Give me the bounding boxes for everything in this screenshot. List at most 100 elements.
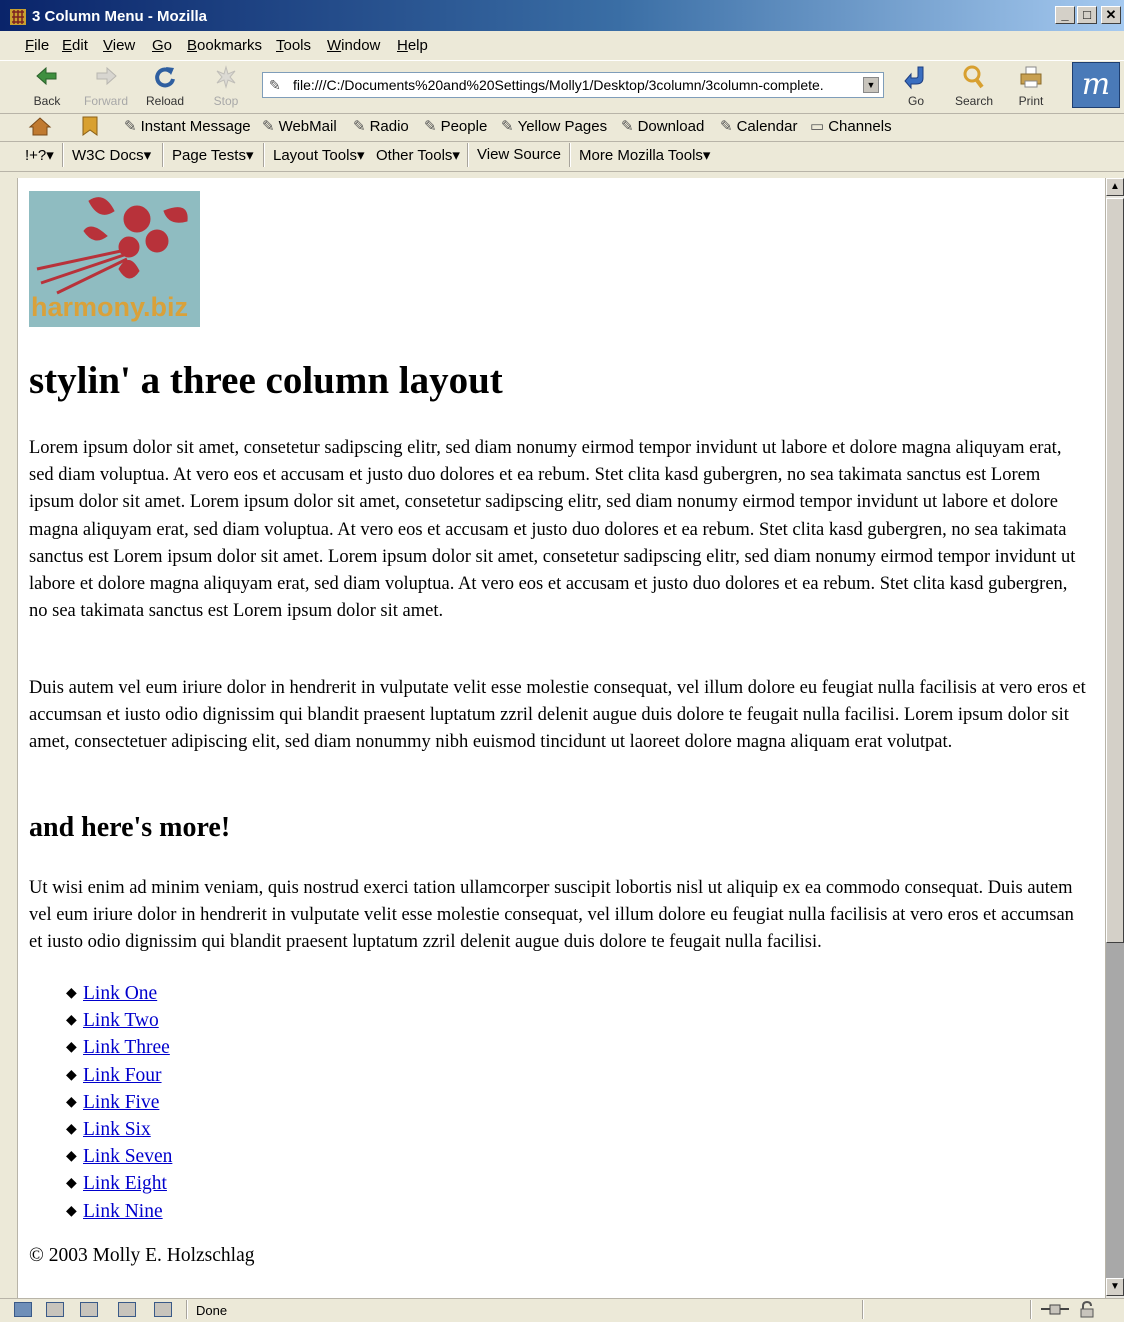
menu-help[interactable]: Help [397, 37, 428, 54]
menu-edit[interactable]: Edit [62, 37, 88, 54]
bookmarks-icon[interactable] [78, 115, 102, 137]
bookmark-download[interactable]: ✎ Download [621, 117, 704, 135]
toolbar-separator [162, 143, 164, 167]
menu-file[interactable]: File [25, 37, 49, 54]
reload-icon [155, 67, 175, 88]
maximize-button[interactable]: □ [1077, 6, 1097, 24]
list-item: ◆ Link One [66, 983, 158, 1004]
folder-icon: ▭ [810, 118, 825, 135]
mail-icon[interactable] [46, 1302, 64, 1317]
link-four[interactable]: Link Four [83, 1065, 162, 1086]
site-logo[interactable]: harmony.biz [29, 191, 200, 327]
navigator-icon[interactable] [14, 1302, 32, 1317]
sidebar-splitter[interactable] [0, 178, 18, 1298]
link-six[interactable]: Link Six [83, 1119, 151, 1140]
status-separator [186, 1300, 188, 1319]
chat-icon[interactable] [154, 1302, 172, 1317]
page-heading: stylin' a three column layout [29, 359, 503, 402]
paragraph-3: Ut wisi enim ad minim veniam, quis nostr… [29, 878, 1074, 953]
url-dropdown-button[interactable]: ▼ [863, 77, 879, 93]
dev-menu-layout-tools[interactable]: Layout Tools▾ [273, 146, 364, 164]
link-seven[interactable]: Link Seven [83, 1146, 172, 1167]
stop-button[interactable]: Stop [201, 64, 251, 108]
dev-menu-page-tests[interactable]: Page Tests▾ [172, 146, 253, 164]
link-two[interactable]: Link Two [83, 1010, 159, 1031]
search-button[interactable]: Search [949, 64, 999, 108]
bookmark-icon: ✎ [353, 118, 366, 135]
dev-view-source[interactable]: View Source [477, 146, 561, 163]
status-separator [862, 1300, 864, 1319]
close-button[interactable]: ✕ [1101, 6, 1121, 24]
scrollbar-thumb[interactable] [1106, 198, 1124, 943]
bookmark-icon: ✎ [621, 118, 634, 135]
link-three[interactable]: Link Three [83, 1037, 170, 1058]
flower-bouquet-icon [36, 197, 188, 295]
vertical-scrollbar[interactable]: ▲ ▼ [1105, 178, 1124, 1298]
status-separator [1030, 1300, 1032, 1319]
page-content: harmony.biz stylin' a three column layou… [18, 178, 1105, 1298]
bookmark-icon: ✎ [124, 118, 137, 135]
list-item: ◆ Link Five [66, 1091, 160, 1113]
bookmark-instant-message[interactable]: ✎ Instant Message [124, 117, 251, 135]
list-item: ◆ Link Eight [66, 1173, 167, 1195]
stop-icon [216, 65, 236, 89]
toolbar-separator [467, 143, 469, 167]
minimize-button[interactable]: _ [1055, 6, 1075, 24]
url-bar[interactable]: ✎ file:///C:/Documents%20and%20Settings/… [262, 72, 884, 98]
url-input[interactable]: file:///C:/Documents%20and%20Settings/Mo… [293, 77, 853, 93]
scroll-down-button[interactable]: ▼ [1106, 1278, 1124, 1296]
scrollbar-track[interactable] [1106, 943, 1124, 1278]
list-item: ◆ Link Nine [66, 1200, 163, 1222]
forward-button[interactable]: Forward [81, 64, 131, 108]
dev-menu-misc[interactable]: !+?▾ [25, 146, 54, 164]
composer-icon[interactable] [80, 1302, 98, 1317]
menu-window[interactable]: Window [327, 37, 380, 54]
toolbar-separator [263, 143, 265, 167]
bookmark-icon: ✎ [262, 118, 275, 135]
bookmark-people[interactable]: ✎ People [424, 117, 487, 135]
dev-menu-w3c-docs[interactable]: W3C Docs▾ [72, 146, 151, 164]
online-status-icon[interactable] [1040, 1302, 1070, 1317]
toolbar-separator [62, 143, 64, 167]
address-book-icon[interactable] [118, 1302, 136, 1317]
bookmark-webmail[interactable]: ✎ WebMail [262, 117, 337, 135]
link-nine[interactable]: Link Nine [83, 1201, 163, 1222]
go-arrow-icon [904, 66, 924, 90]
print-button[interactable]: Print [1006, 64, 1056, 108]
bookmark-icon: ✎ [501, 118, 514, 135]
home-icon[interactable] [28, 115, 52, 137]
dev-menu-more-mozilla-tools[interactable]: More Mozilla Tools▾ [579, 146, 710, 164]
menu-go[interactable]: Go [152, 37, 172, 54]
list-item: ◆ Link Four [66, 1064, 162, 1086]
sub-heading: and here's more! [29, 812, 231, 843]
bookmark-channels[interactable]: ▭ Channels [810, 117, 892, 135]
menu-bookmarks[interactable]: Bookmarks [187, 37, 262, 54]
reload-button[interactable]: Reload [140, 64, 190, 108]
mozilla-throbber-logo[interactable]: m [1072, 62, 1120, 108]
go-button[interactable]: Go [891, 64, 941, 108]
dev-menu-other-tools[interactable]: Other Tools▾ [376, 146, 460, 164]
bookmark-icon: ✎ [424, 118, 437, 135]
mozilla-app-icon [10, 9, 26, 25]
status-text: Done [196, 1303, 228, 1318]
security-lock-icon[interactable] [1078, 1301, 1096, 1318]
forward-arrow-icon [96, 66, 117, 86]
scroll-up-button[interactable]: ▲ [1106, 178, 1124, 196]
link-eight[interactable]: Link Eight [83, 1173, 167, 1194]
bookmark-yellow-pages[interactable]: ✎ Yellow Pages [501, 117, 607, 135]
bookmark-calendar[interactable]: ✎ Calendar [720, 117, 797, 135]
list-item: ◆ Link Seven [66, 1146, 173, 1168]
list-item: ◆ Link Six [66, 1118, 151, 1140]
copyright-footer: © 2003 Molly E. Holzschlag [29, 1245, 255, 1266]
back-arrow-icon [36, 66, 57, 86]
page-proxy-icon[interactable]: ✎ [269, 77, 281, 94]
menu-view[interactable]: View [103, 37, 135, 54]
back-button[interactable]: Back [22, 64, 72, 108]
list-item: ◆ Link Two [66, 1010, 159, 1032]
menu-tools[interactable]: Tools [276, 37, 311, 54]
bookmark-radio[interactable]: ✎ Radio [353, 117, 409, 135]
link-one[interactable]: Link One [83, 983, 157, 1004]
link-list: ◆ Link One ◆ Link Two ◆ Link Three ◆ Link Fo… [66, 980, 172, 1225]
link-five[interactable]: Link Five [83, 1092, 159, 1113]
search-icon [963, 65, 984, 89]
